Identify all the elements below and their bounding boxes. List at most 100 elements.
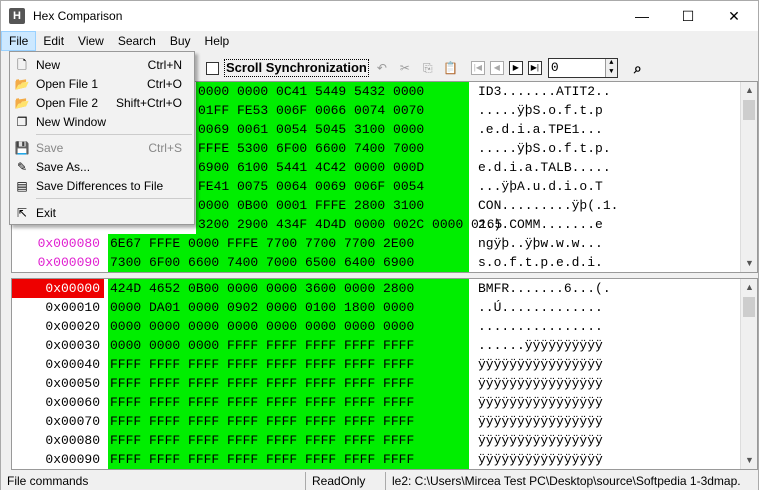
ascii-text[interactable]: ......ÿÿÿÿÿÿÿÿÿÿ [478, 336, 603, 355]
copy-icon[interactable]: ⎘ [418, 58, 438, 78]
file-menu-item-save-differences-to-file[interactable]: ▤ Save Differences to File [10, 177, 194, 196]
menu-item-label: Exit [36, 206, 57, 220]
minimize-button[interactable]: — [619, 1, 665, 31]
ascii-text[interactable]: .....ÿþS.o.f.t.p [478, 101, 603, 120]
offset-value: 0 [550, 60, 559, 75]
prev-diff-icon[interactable]: ◀ [489, 61, 504, 75]
ascii-text[interactable]: ................ [478, 317, 603, 336]
close-button[interactable]: ✕ [711, 1, 757, 31]
file-menu-item-save[interactable]: 💾 Save Ctrl+S [10, 139, 194, 158]
status-path: le2: C:\Users\Mircea Test PC\Desktop\sou… [392, 474, 741, 488]
hex-bytes[interactable]: FFFF FFFF FFFF FFFF FFFF FFFF FFFF FFFF [110, 450, 414, 469]
hex-row[interactable]: 0x00080 FFFF FFFF FFFF FFFF FFFF FFFF FFF… [12, 431, 757, 450]
hex-bytes[interactable]: 7300 6F00 6600 7400 7000 6500 6400 6900 [110, 253, 414, 272]
hex-bytes[interactable]: FFFE 5300 6F00 6600 7400 7000 [198, 139, 424, 158]
hex-bytes[interactable]: 0069 0061 0054 5045 3100 0000 [198, 120, 424, 139]
hex-row[interactable]: 0x000090 7300 6F00 6600 7400 7000 6500 64… [12, 253, 757, 272]
ascii-text[interactable]: ...ÿþA.u.d.i.o.T [478, 177, 603, 196]
hex-bytes[interactable]: 01FF FE53 006F 0066 0074 0070 [198, 101, 424, 120]
menu-search[interactable]: Search [111, 31, 163, 51]
ascii-text[interactable]: ÿÿÿÿÿÿÿÿÿÿÿÿÿÿÿÿ [478, 431, 603, 450]
hex-row[interactable]: 0x000080 6E67 FFFE 0000 FFFE 7700 7700 77… [12, 234, 757, 253]
menu-view[interactable]: View [71, 31, 111, 51]
hex-bytes[interactable]: 6900 6100 5441 4C42 0000 000D [198, 158, 424, 177]
hex-row[interactable]: 0x00000 424D 4652 0B00 0000 0000 3600 000… [12, 279, 757, 298]
offset-spinner[interactable]: 0 ▲ ▼ [547, 58, 618, 78]
hex-bytes[interactable]: 0000 DA01 0000 0902 0000 0100 1800 0000 [110, 298, 414, 317]
hex-row[interactable]: 0x00040 FFFF FFFF FFFF FFFF FFFF FFFF FFF… [12, 355, 757, 374]
scroll-sync-label[interactable]: Scroll Synchronization [224, 59, 369, 77]
new-window-icon: ❐ [16, 115, 28, 129]
hex-bytes[interactable]: FFFF FFFF FFFF FFFF FFFF FFFF FFFF FFFF [110, 393, 414, 412]
ascii-text[interactable]: ID3.......ATIT2.. [478, 82, 611, 101]
menu-item-shortcut: Shift+Ctrl+O [115, 96, 182, 110]
file-menu-item-save-as[interactable]: ✎ Save As... [10, 158, 194, 177]
hex-row[interactable]: 0x00090 FFFF FFFF FFFF FFFF FFFF FFFF FFF… [12, 450, 757, 469]
menu-edit[interactable]: Edit [36, 31, 71, 51]
hex-icon: H [9, 8, 25, 24]
ascii-text[interactable]: .....ÿþS.o.f.t.p. [478, 139, 611, 158]
hex-row[interactable]: 0x00070 FFFF FFFF FFFF FFFF FFFF FFFF FFF… [12, 412, 757, 431]
row-address: 0x00020 [45, 319, 100, 334]
hex-row[interactable]: 0x00020 0000 0000 0000 0000 0000 0000 000… [12, 317, 757, 336]
file2-hex-pane[interactable]: 0x00000 424D 4652 0B00 0000 0000 3600 000… [11, 278, 758, 470]
pane1-scrollbar[interactable]: ▲ ▼ [740, 82, 757, 272]
next-diff-icon[interactable]: ▶ [508, 61, 523, 75]
hex-bytes[interactable]: 424D 4652 0B00 0000 0000 3600 0000 2800 [110, 279, 414, 298]
last-diff-icon[interactable]: ▶| [527, 61, 542, 75]
menu-separator [36, 134, 192, 135]
file-menu-item-new[interactable]: 🗋 New Ctrl+N [10, 56, 194, 75]
ascii-text[interactable]: s.o.f.t.p.e.d.i. [478, 253, 603, 272]
scroll-down-icon[interactable]: ▼ [741, 255, 757, 272]
first-diff-icon[interactable]: |◀ [470, 61, 485, 75]
ascii-text[interactable]: e.d.i.a.TALB..... [478, 158, 611, 177]
find-binoculars-icon[interactable]: ⌕ [634, 60, 642, 77]
hex-row[interactable]: 0x00050 FFFF FFFF FFFF FFFF FFFF FFFF FFF… [12, 374, 757, 393]
hex-bytes[interactable]: FFFF FFFF FFFF FFFF FFFF FFFF FFFF FFFF [110, 355, 414, 374]
hex-row[interactable]: 0x00030 0000 0000 0000 FFFF FFFF FFFF FFF… [12, 336, 757, 355]
hex-bytes[interactable]: FFFF FFFF FFFF FFFF FFFF FFFF FFFF FFFF [110, 412, 414, 431]
hex-bytes[interactable]: 3200 2900 434F 4D4D 0000 002C 0000 0165 [198, 215, 502, 234]
hex-bytes[interactable]: FE41 0075 0064 0069 006F 0054 [198, 177, 424, 196]
hex-bytes[interactable]: 0000 0B00 0001 FFFE 2800 3100 [198, 196, 424, 215]
spinner-arrows-icon[interactable]: ▲ ▼ [604, 59, 617, 77]
cut-icon[interactable]: ✂ [395, 58, 415, 78]
menu-help[interactable]: Help [198, 31, 237, 51]
file-menu-item-new-window[interactable]: ❐ New Window [10, 113, 194, 132]
paste-icon[interactable]: 📋 [441, 58, 461, 78]
hex-bytes[interactable]: FFFF FFFF FFFF FFFF FFFF FFFF FFFF FFFF [110, 431, 414, 450]
scroll-up-icon[interactable]: ▲ [741, 82, 757, 99]
ascii-text[interactable]: ÿÿÿÿÿÿÿÿÿÿÿÿÿÿÿÿ [478, 374, 603, 393]
file-menu-item-open-file-2[interactable]: 📂 Open File 2 Shift+Ctrl+O [10, 94, 194, 113]
hex-row[interactable]: 0x00010 0000 DA01 0000 0902 0000 0100 180… [12, 298, 757, 317]
menu-buy[interactable]: Buy [163, 31, 198, 51]
ascii-text[interactable]: ÿÿÿÿÿÿÿÿÿÿÿÿÿÿÿÿ [478, 412, 603, 431]
ascii-text[interactable]: ÿÿÿÿÿÿÿÿÿÿÿÿÿÿÿÿ [478, 355, 603, 374]
file-menu-item-open-file-1[interactable]: 📂 Open File 1 Ctrl+O [10, 75, 194, 94]
scroll-thumb[interactable] [743, 297, 755, 317]
hex-bytes[interactable]: 0000 0000 0000 FFFF FFFF FFFF FFFF FFFF [110, 336, 414, 355]
ascii-text[interactable]: BMFR.......6...(. [478, 279, 611, 298]
ascii-text[interactable]: ÿÿÿÿÿÿÿÿÿÿÿÿÿÿÿÿ [478, 450, 603, 469]
scroll-down-icon[interactable]: ▼ [741, 452, 757, 469]
ascii-text[interactable]: ngÿþ..ÿþw.w.w... [478, 234, 603, 253]
ascii-text[interactable]: 2.).COMM.......e [478, 215, 603, 234]
hex-bytes[interactable]: FFFF FFFF FFFF FFFF FFFF FFFF FFFF FFFF [110, 374, 414, 393]
ascii-text[interactable]: ..Ú............. [478, 298, 603, 317]
undo-icon[interactable]: ↶ [372, 58, 392, 78]
scroll-up-icon[interactable]: ▲ [741, 279, 757, 296]
ascii-text[interactable]: CON.........ÿþ(.1. [478, 196, 618, 215]
scroll-thumb[interactable] [743, 100, 755, 120]
ascii-text[interactable]: .e.d.i.a.TPE1... [478, 120, 603, 139]
menu-item-shortcut: Ctrl+O [146, 77, 182, 91]
hex-row[interactable]: 0x00060 FFFF FFFF FFFF FFFF FFFF FFFF FFF… [12, 393, 757, 412]
ascii-text[interactable]: ÿÿÿÿÿÿÿÿÿÿÿÿÿÿÿÿ [478, 393, 603, 412]
maximize-button[interactable]: ☐ [665, 1, 711, 31]
menu-file[interactable]: File [1, 31, 37, 51]
hex-bytes[interactable]: 0000 0000 0C41 5449 5432 0000 [198, 82, 424, 101]
hex-bytes[interactable]: 6E67 FFFE 0000 FFFE 7700 7700 7700 2E00 [110, 234, 414, 253]
scroll-sync-checkbox[interactable] [206, 61, 219, 75]
pane2-scrollbar[interactable]: ▲ ▼ [740, 279, 757, 469]
file-menu-item-exit[interactable]: ⇱ Exit [10, 204, 194, 223]
hex-bytes[interactable]: 0000 0000 0000 0000 0000 0000 0000 0000 [110, 317, 414, 336]
